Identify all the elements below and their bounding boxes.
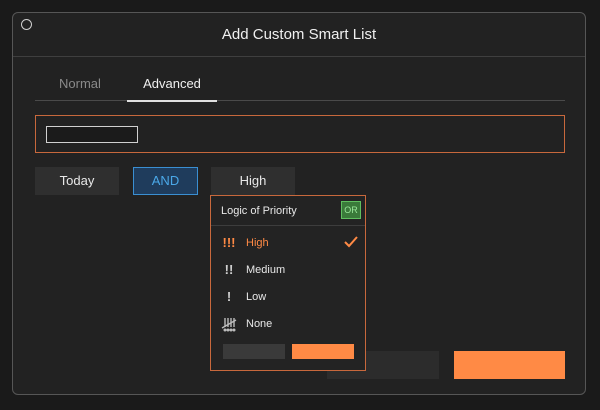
popup-header: Logic of Priority OR <box>211 196 365 226</box>
tab-bar: Normal Advanced <box>35 74 565 102</box>
popup-title: Logic of Priority <box>221 205 297 217</box>
priority-option-label: None <box>246 318 273 330</box>
priority-high-icon: !!! <box>222 235 236 250</box>
tab-normal[interactable]: Normal <box>59 74 101 100</box>
date-filter-button[interactable]: Today <box>35 167 119 195</box>
priority-medium-icon: !! <box>224 262 234 277</box>
dialog-title: Add Custom Smart List <box>13 13 585 57</box>
popup-confirm-button[interactable] <box>292 344 354 359</box>
checkmark-icon <box>344 236 358 248</box>
priority-none-icon <box>221 318 237 332</box>
priority-option-label: Low <box>246 291 267 303</box>
list-name-input[interactable] <box>46 126 138 143</box>
priority-option-label: Medium <box>246 264 286 276</box>
priority-option-none[interactable]: None <box>211 314 365 334</box>
logic-and-button[interactable]: AND <box>133 167 198 195</box>
priority-option-low[interactable]: ! Low <box>211 287 365 307</box>
save-button[interactable] <box>454 351 565 379</box>
priority-option-high[interactable]: !!! High <box>211 233 365 253</box>
priority-popup: Logic of Priority OR !!! High !! Medium … <box>210 195 366 371</box>
priority-option-label: High <box>246 237 269 249</box>
priority-option-medium[interactable]: !! Medium <box>211 260 365 280</box>
popup-cancel-button[interactable] <box>223 344 285 359</box>
tab-advanced[interactable]: Advanced <box>127 74 217 102</box>
logic-or-toggle[interactable]: OR <box>341 201 361 219</box>
name-input-container <box>35 115 565 153</box>
priority-filter-button[interactable]: High <box>211 167 295 195</box>
priority-low-icon: ! <box>226 289 232 304</box>
